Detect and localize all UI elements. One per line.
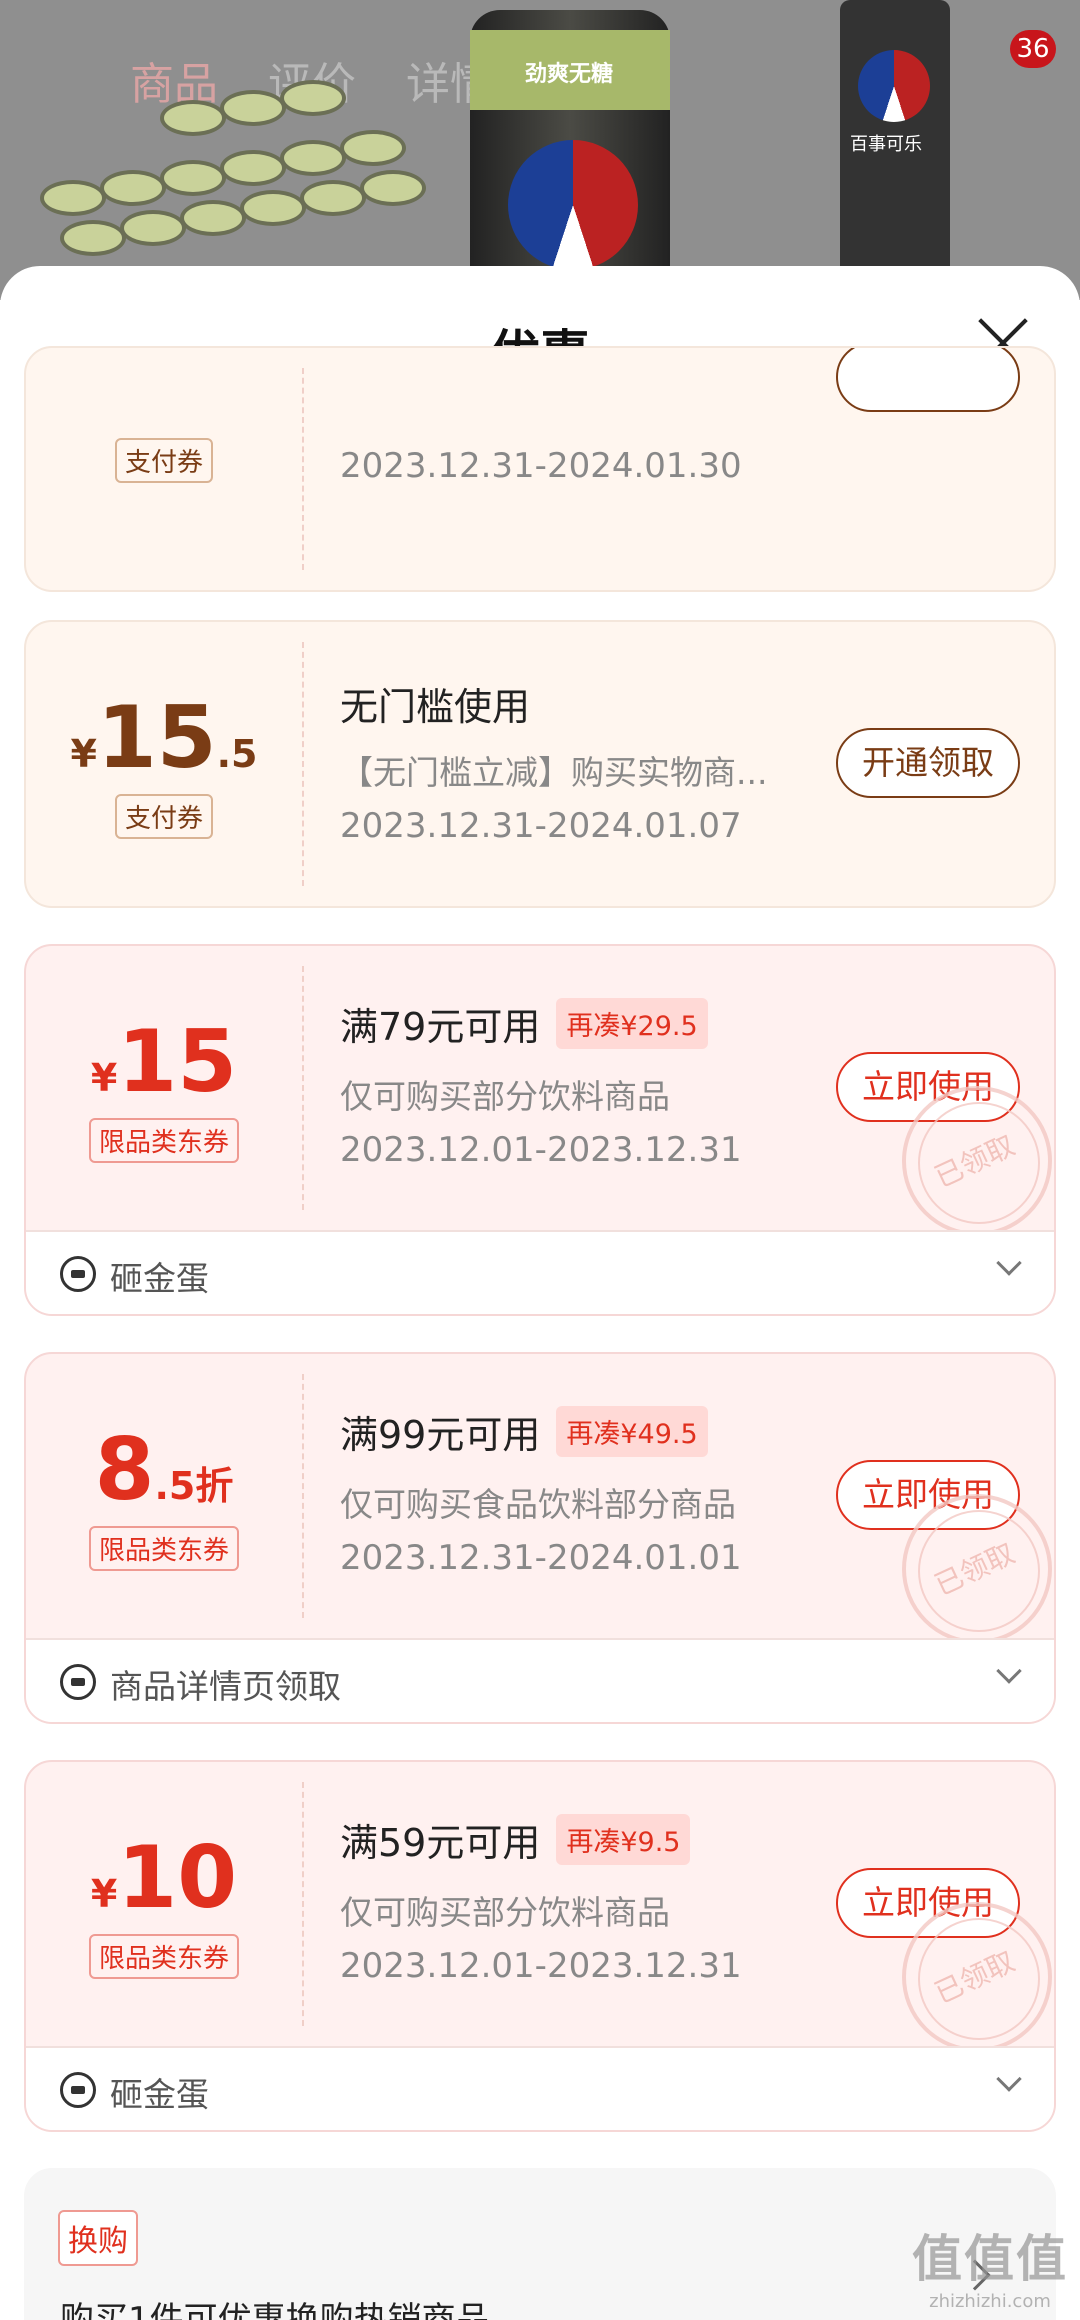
coupon-amount: 8.5折 <box>94 1420 234 1520</box>
site-watermark: 值值值 zhizhizhi.com <box>912 2219 1068 2312</box>
claimed-stamp-icon: 已领取 <box>902 1086 1052 1236</box>
ticket-icon <box>60 1664 96 1700</box>
coupon-source-label: 砸金蛋 <box>110 2075 209 2114</box>
coupon-title: 满59元可用 <box>340 1821 541 1865</box>
coupon-title: 满99元可用 <box>340 1413 541 1457</box>
pepsi-logo-icon <box>508 140 638 270</box>
coupon-value-area: ¥15.5 支付券 <box>26 622 302 906</box>
remaining-amount-chip: 再凑¥49.5 <box>556 1406 708 1457</box>
claim-coupon-button[interactable]: 开通领取 <box>836 728 1020 798</box>
coupon-amount: ¥15 <box>90 1012 238 1112</box>
coupon-description: 仅可购买部分饮料商品 <box>340 1893 670 1932</box>
coupon-description: 仅可购买部分饮料商品 <box>340 1077 670 1116</box>
coupon-description: 仅可购买食品饮料部分商品 <box>340 1485 736 1524</box>
coupon-date: 2023.12.31-2024.01.07 <box>340 806 742 846</box>
coupon-source-label: 商品详情页领取 <box>110 1667 341 1706</box>
coupon-source-label: 砸金蛋 <box>110 1259 209 1298</box>
coupon-action-button[interactable] <box>836 348 1020 412</box>
claimed-stamp-icon: 已领取 <box>902 1494 1052 1644</box>
coupon-type-tag: 支付券 <box>114 438 214 483</box>
coupon-date: 2023.12.31-2024.01.30 <box>340 446 742 486</box>
watermark-logo: 值值值 <box>912 2230 1068 2288</box>
swap-purchase-card[interactable]: 换购 购买1件可优惠换购热销商品 <box>24 2168 1056 2320</box>
coupon-type-tag: 限品类东券 <box>88 1526 240 1571</box>
product-cans-image <box>40 80 470 280</box>
claimed-stamp-icon: 已领取 <box>902 1902 1052 2052</box>
coupon-source-row[interactable]: 砸金蛋 <box>26 1230 1054 1314</box>
coupon-title: 无门槛使用 <box>340 685 531 729</box>
coupon-source-row[interactable]: 商品详情页领取 <box>26 1638 1054 1722</box>
pepsi-logo-icon <box>858 50 930 122</box>
ticket-icon <box>60 2072 96 2108</box>
coupon-date: 2023.12.01-2023.12.31 <box>340 1946 742 1986</box>
coupon-sheet: 优惠 支付券 2023.12.31-2024.01.30 ¥15.5 <box>0 266 1080 2320</box>
coupon-card: 8.5折 限品类东券 满99元可用 再凑¥49.5 仅可购买食品饮料部分商品 2… <box>24 1352 1056 1724</box>
coupon-date: 2023.12.31-2024.01.01 <box>340 1538 742 1578</box>
tall-can-brand: 百事可乐 <box>850 134 922 155</box>
chevron-down-icon[interactable] <box>996 1658 1022 1684</box>
coupon-title: 满79元可用 <box>340 1005 541 1049</box>
chevron-down-icon[interactable] <box>996 1250 1022 1276</box>
swap-description: 购买1件可优惠换购热销商品 <box>60 2300 490 2320</box>
watermark-url: zhizhizhi.com <box>929 2291 1051 2312</box>
pepsi-tall-can-image: 百事可乐 <box>840 0 950 280</box>
remaining-amount-chip: 再凑¥9.5 <box>556 1814 691 1865</box>
coupon-type-tag: 限品类东券 <box>88 1118 240 1163</box>
remaining-amount-chip: 再凑¥29.5 <box>556 998 708 1049</box>
coupon-type-tag: 支付券 <box>114 794 214 839</box>
pepsi-can-image: 劲爽无糖 <box>470 10 670 300</box>
chevron-down-icon[interactable] <box>996 2066 1022 2092</box>
coupon-amount: ¥15.5 <box>70 688 258 788</box>
can-label: 劲爽无糖 <box>525 62 614 87</box>
coupon-card: ¥15.5 支付券 无门槛使用 【无门槛立减】购买实物商... 2023.12.… <box>24 620 1056 908</box>
coupon-card: ¥15 限品类东券 满79元可用 再凑¥29.5 仅可购买部分饮料商品 2023… <box>24 944 1056 1316</box>
product-background: 商品 评价 详情 劲爽无糖 百事可乐 36 <box>0 0 1080 300</box>
ticket-icon <box>60 1256 96 1292</box>
coupon-source-row[interactable]: 砸金蛋 <box>26 2046 1054 2130</box>
cart-count-badge[interactable]: 36 <box>1010 30 1056 68</box>
swap-tag: 换购 <box>58 2210 138 2266</box>
coupon-date: 2023.12.01-2023.12.31 <box>340 1130 742 1170</box>
coupon-amount: ¥10 <box>90 1828 238 1928</box>
coupon-value-area: 支付券 <box>26 348 302 590</box>
coupon-card: 支付券 2023.12.31-2024.01.30 <box>24 346 1056 592</box>
coupon-type-tag: 限品类东券 <box>88 1934 240 1979</box>
coupon-description: 【无门槛立减】购买实物商... <box>340 753 768 792</box>
coupon-card: ¥10 限品类东券 满59元可用 再凑¥9.5 仅可购买部分饮料商品 2023.… <box>24 1760 1056 2132</box>
